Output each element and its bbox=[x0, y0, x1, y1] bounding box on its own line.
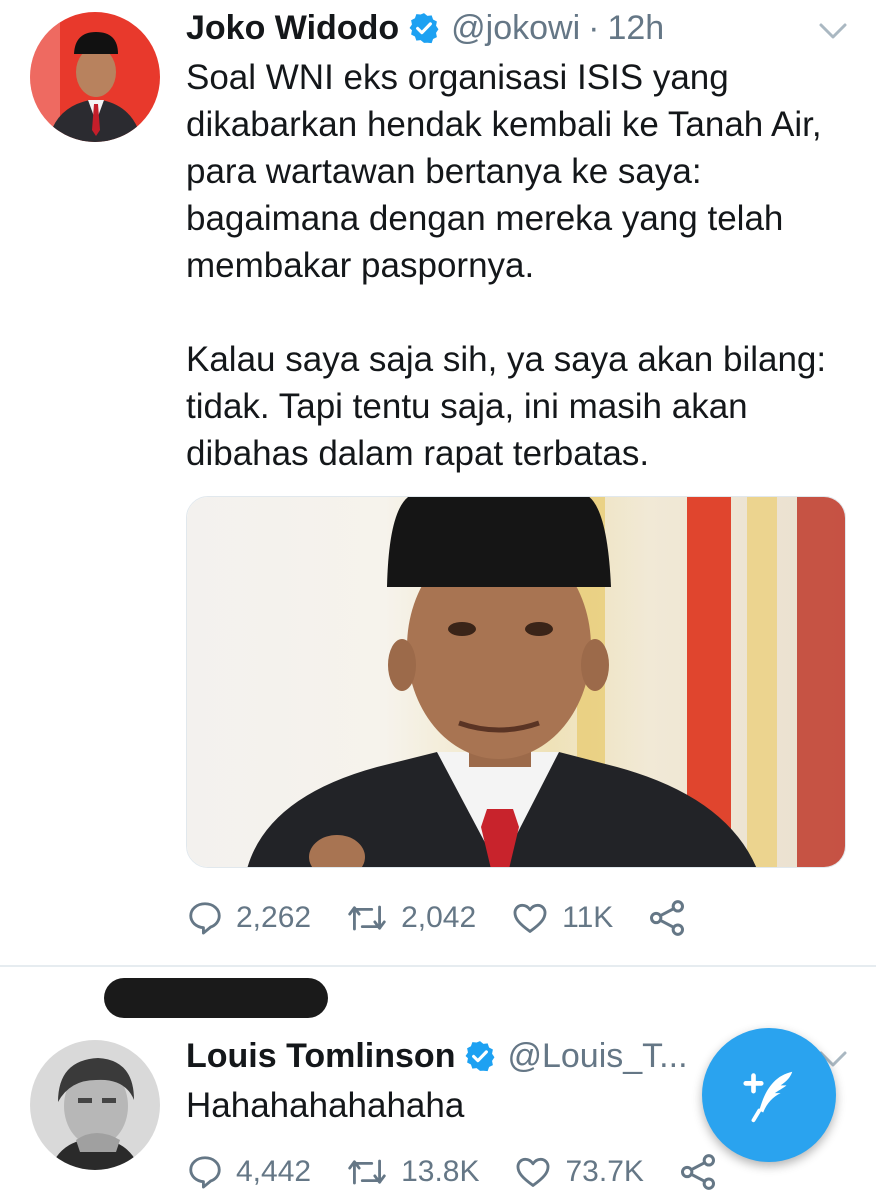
tweet-paragraph: Kalau saya saja sih, ya saya akan bilang… bbox=[186, 340, 827, 473]
like-icon bbox=[513, 903, 547, 933]
like-count: 73.7K bbox=[565, 1155, 644, 1188]
tweet-body: Soal WNI eks organisasi ISIS yang dikaba… bbox=[186, 54, 846, 477]
redacted-label bbox=[104, 978, 328, 1018]
display-name[interactable]: Louis Tomlinson bbox=[186, 1036, 455, 1076]
tweet-actions: 2,262 2,042 11K bbox=[186, 898, 721, 938]
like-button[interactable]: 73.7K bbox=[513, 1153, 644, 1191]
share-button[interactable] bbox=[678, 1152, 718, 1192]
reply-button[interactable]: 2,262 bbox=[186, 899, 311, 937]
chevron-down-icon[interactable] bbox=[818, 20, 848, 42]
display-name[interactable]: Joko Widodo bbox=[186, 8, 399, 48]
share-icon bbox=[650, 900, 685, 936]
retweet-icon bbox=[348, 905, 386, 931]
retweet-count: 2,042 bbox=[401, 901, 477, 934]
reply-icon bbox=[189, 902, 221, 935]
share-button[interactable] bbox=[647, 898, 687, 938]
tweet-divider bbox=[0, 965, 876, 967]
avatar[interactable] bbox=[30, 12, 160, 142]
reply-count: 4,442 bbox=[236, 1155, 312, 1188]
tweet-header: Joko Widodo @jokowi · 12h bbox=[186, 8, 664, 48]
tweet-header: Louis Tomlinson @Louis_T... bbox=[186, 1036, 688, 1076]
share-icon bbox=[680, 1154, 715, 1190]
verified-icon bbox=[466, 1041, 495, 1072]
separator: · bbox=[588, 9, 600, 47]
compose-icon bbox=[743, 1071, 793, 1123]
handle[interactable]: @Louis_T... bbox=[507, 1036, 687, 1076]
verified-icon bbox=[409, 13, 439, 44]
like-button[interactable]: 11K bbox=[510, 899, 613, 937]
timestamp[interactable]: 12h bbox=[607, 8, 664, 48]
reply-button[interactable]: 4,442 bbox=[186, 1153, 311, 1191]
avatar[interactable] bbox=[30, 1040, 160, 1170]
handle[interactable]: @jokowi bbox=[451, 8, 580, 48]
retweet-button[interactable]: 2,042 bbox=[345, 899, 476, 937]
reply-count: 2,262 bbox=[236, 901, 312, 934]
compose-tweet-button[interactable] bbox=[702, 1028, 836, 1162]
like-count: 11K bbox=[562, 901, 614, 934]
retweet-icon bbox=[348, 1159, 386, 1185]
tweet-photo[interactable] bbox=[186, 496, 846, 868]
tweet-actions: 4,442 13.8K 73.7K bbox=[186, 1152, 752, 1192]
retweet-button[interactable]: 13.8K bbox=[345, 1153, 479, 1191]
retweet-count: 13.8K bbox=[401, 1155, 480, 1188]
tweet-paragraph: Soal WNI eks organisasi ISIS yang dikaba… bbox=[186, 58, 822, 285]
reply-icon bbox=[189, 1156, 221, 1189]
like-icon bbox=[517, 1157, 550, 1187]
